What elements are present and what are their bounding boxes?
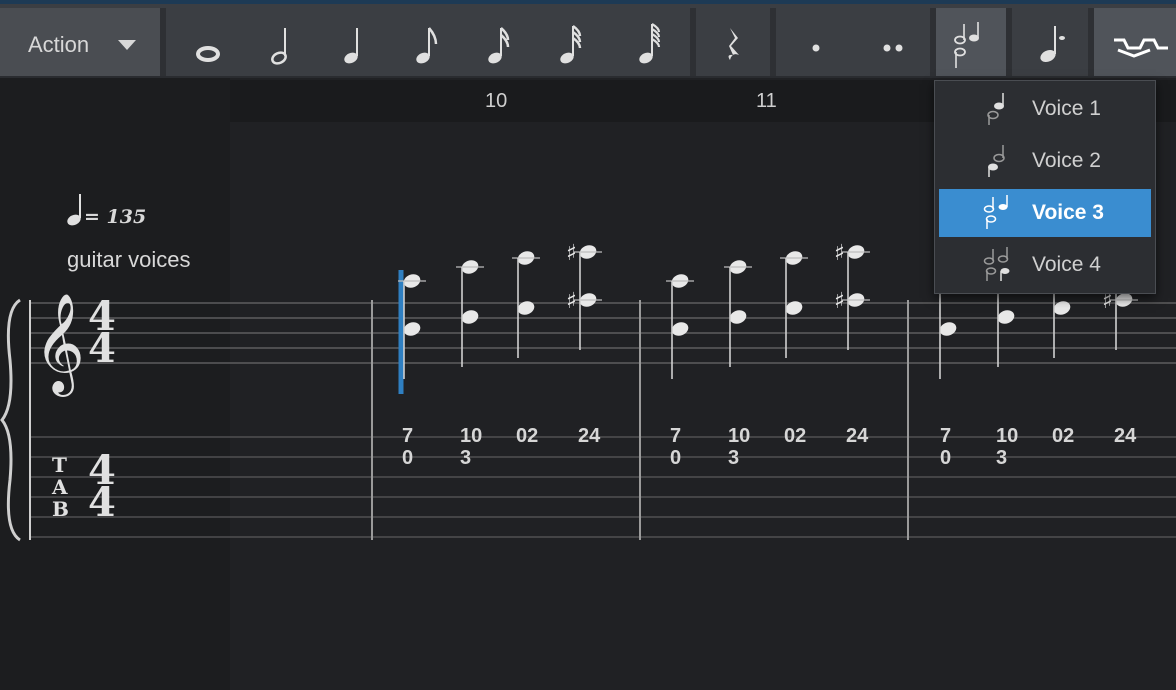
note-head <box>671 322 689 336</box>
treble-clef-icon: 𝄞 <box>34 293 85 397</box>
tab-fret-number[interactable]: 24 <box>578 426 600 446</box>
note-head <box>939 322 957 336</box>
voice-menu: Voice 1 Voice 2 Voice 3 Voice 4 <box>934 80 1156 294</box>
voice-2-icon <box>988 145 1005 177</box>
note-head <box>729 310 747 324</box>
tab-fret-number[interactable]: 24 <box>846 426 868 446</box>
sharp-icon: ♯ <box>566 289 577 314</box>
sharp-icon: ♯ <box>834 241 845 266</box>
voice-menu-label: Voice 1 <box>1032 97 1101 120</box>
voice-menu-label: Voice 2 <box>1032 149 1101 172</box>
tab-fret-number[interactable]: 0 <box>670 448 681 468</box>
voice-menu-item-1[interactable]: Voice 1 <box>939 85 1151 133</box>
tab-fret-number[interactable]: 10 <box>996 426 1018 446</box>
note-head <box>403 322 421 336</box>
note-head <box>1053 301 1071 315</box>
sharp-icon: ♯ <box>834 289 845 314</box>
voice-3-icon <box>983 195 1008 229</box>
tab-fret-number[interactable]: 7 <box>940 426 951 446</box>
tab-fret-number[interactable]: 3 <box>460 448 471 468</box>
tab-fret-number[interactable]: 02 <box>784 426 806 446</box>
system-brace <box>0 298 21 542</box>
voice-menu-item-4[interactable]: Voice 4 <box>939 241 1151 289</box>
voice-menu-item-2[interactable]: Voice 2 <box>939 137 1151 185</box>
note-head <box>461 310 479 324</box>
tab-fret-number[interactable]: 0 <box>402 448 413 468</box>
tab-fret-number[interactable]: 02 <box>1052 426 1074 446</box>
note-chord[interactable]: ♯♯ <box>834 241 870 350</box>
voice-1-icon <box>987 93 1004 125</box>
note-chord[interactable] <box>456 258 484 367</box>
note-head <box>785 301 803 315</box>
tab-time-signature-bottom: 4 <box>88 479 116 526</box>
tab-fret-number[interactable]: 7 <box>402 426 413 446</box>
tab-fret-number[interactable]: 3 <box>996 448 1007 468</box>
note-chord[interactable] <box>724 258 752 367</box>
note-head <box>997 310 1015 324</box>
note-head <box>517 301 535 315</box>
voice-menu-label: Voice 4 <box>1032 253 1101 276</box>
tab-fret-number[interactable]: 0 <box>940 448 951 468</box>
tab-fret-number[interactable]: 02 <box>516 426 538 446</box>
tab-fret-number[interactable]: 24 <box>1114 426 1136 446</box>
voice-menu-label: Voice 3 <box>1032 201 1104 224</box>
voice-4-icon <box>983 247 1010 281</box>
sharp-icon: ♯ <box>566 241 577 266</box>
tab-clef-b: B <box>52 497 69 521</box>
tab-clef-t: T <box>52 453 67 477</box>
tab-clef-a: A <box>51 475 68 499</box>
tab-fret-number[interactable]: 3 <box>728 448 739 468</box>
tab-fret-number[interactable]: 10 <box>460 426 482 446</box>
voice-menu-item-3[interactable]: Voice 3 <box>939 189 1151 237</box>
tab-fret-number[interactable]: 7 <box>670 426 681 446</box>
note-chord[interactable]: ♯♯ <box>566 241 602 350</box>
tab-fret-number[interactable]: 10 <box>728 426 750 446</box>
time-signature-bottom: 4 <box>88 325 116 372</box>
